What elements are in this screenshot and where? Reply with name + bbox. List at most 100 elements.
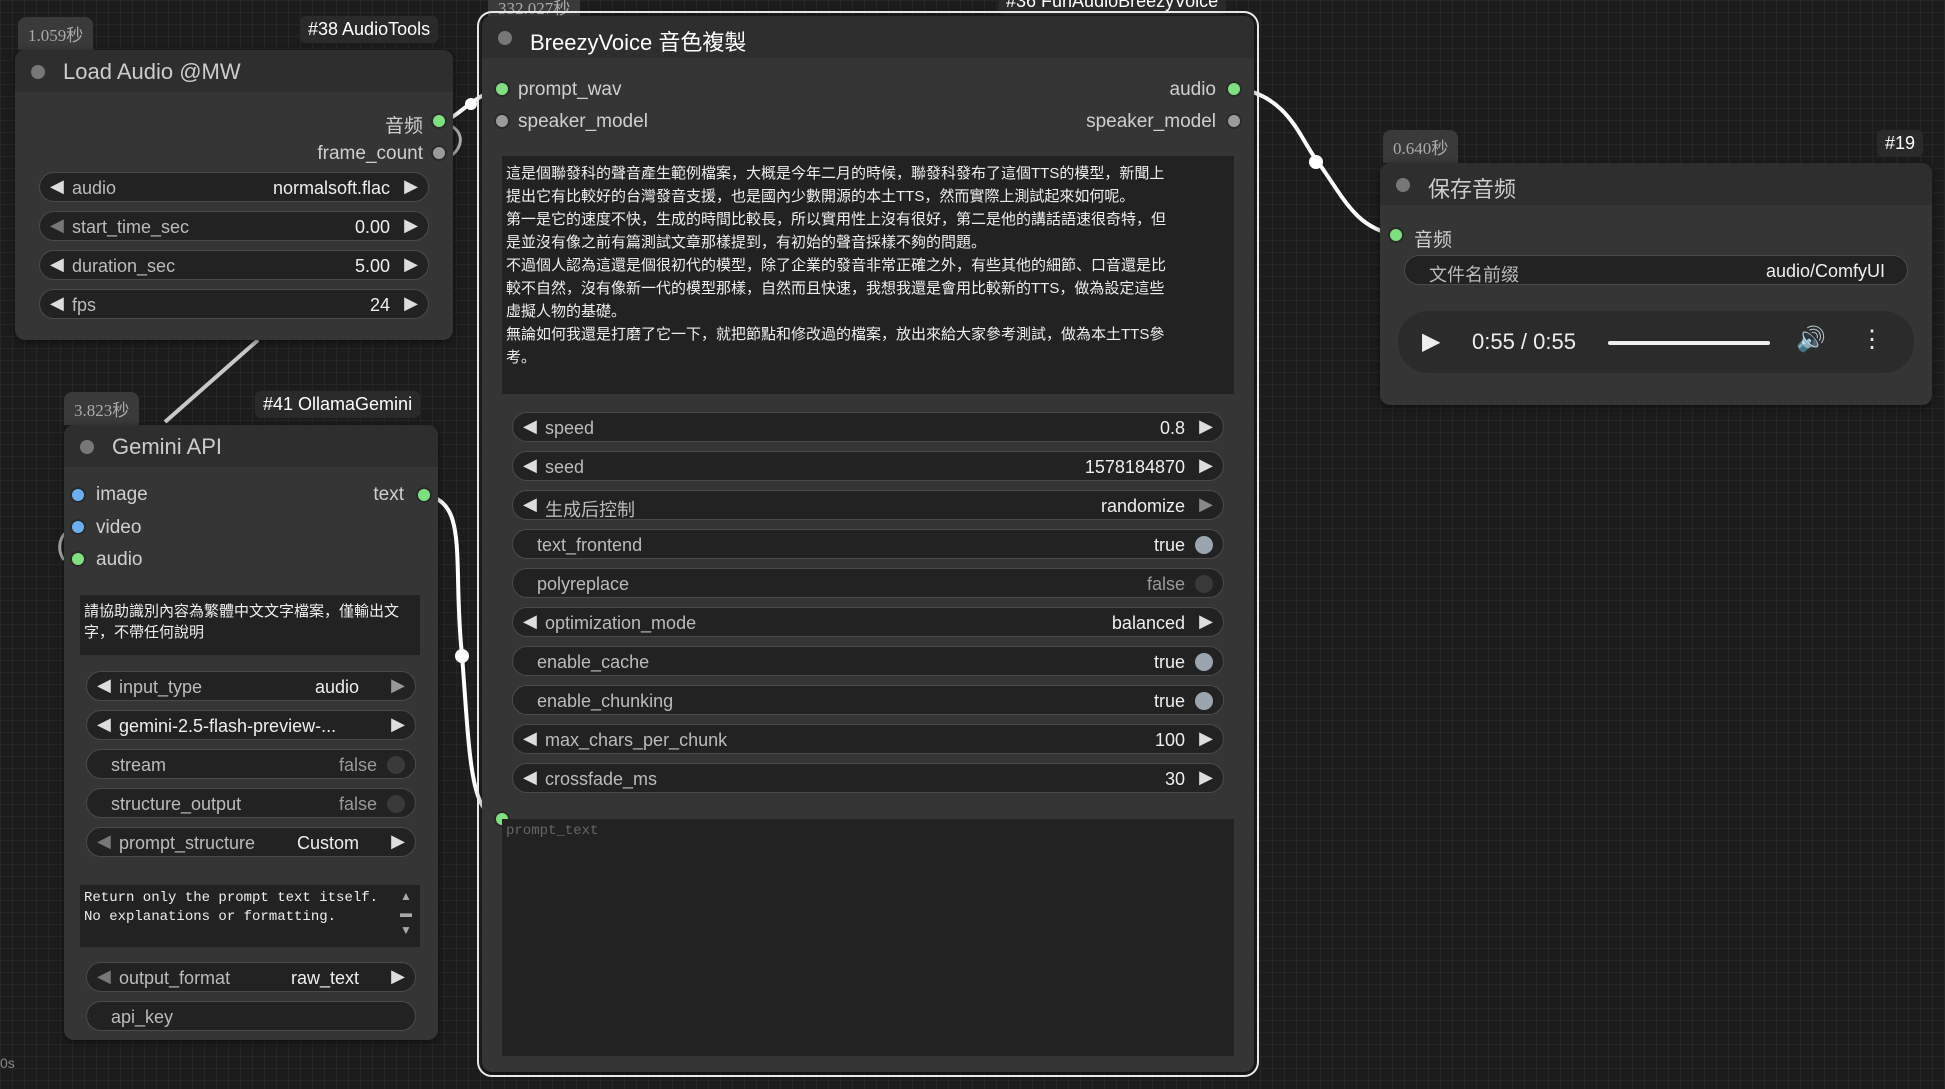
- structure-textarea[interactable]: Return only the prompt text itself. No e…: [80, 885, 420, 947]
- toggle-on-icon[interactable]: [1195, 536, 1213, 554]
- toggle-off-icon[interactable]: [1195, 575, 1213, 593]
- exec-time-badge: 0.640秒: [1383, 130, 1459, 163]
- decrement-arrow-icon[interactable]: ◀: [97, 831, 111, 852]
- node-title-bar[interactable]: BreezyVoice 音色複製: [482, 16, 1254, 58]
- widget-fps[interactable]: ◀ fps 24 ▶: [39, 289, 429, 319]
- increment-arrow-icon[interactable]: ▶: [404, 293, 418, 314]
- node-title: Gemini API: [112, 434, 223, 459]
- more-options-icon[interactable]: ⋮: [1860, 325, 1884, 354]
- progress-fill: [1608, 341, 1770, 345]
- load-audio-node[interactable]: Load Audio @MW 音频 frame_count ◀ audio norm…: [15, 50, 453, 340]
- decrement-arrow-icon[interactable]: ◀: [523, 455, 537, 476]
- collapse-dot-icon[interactable]: [80, 440, 94, 454]
- text-textarea[interactable]: 這是個聯發科的聲音產生範例檔案，大概是今年二月的時候，聯發科發布了這個TTS的模…: [502, 156, 1234, 394]
- decrement-arrow-icon[interactable]: ◀: [523, 416, 537, 437]
- breezyvoice-node[interactable]: BreezyVoice 音色複製 prompt_wav speaker_mode…: [477, 11, 1259, 1077]
- widget-enable-chunking[interactable]: enable_chunking true: [512, 685, 1224, 715]
- decrement-arrow-icon[interactable]: ◀: [97, 714, 111, 735]
- decrement-arrow-icon[interactable]: ◀: [97, 966, 111, 987]
- increment-arrow-icon[interactable]: ▶: [404, 215, 418, 236]
- decrement-arrow-icon[interactable]: ◀: [97, 675, 111, 696]
- increment-arrow-icon[interactable]: ▶: [1199, 767, 1213, 788]
- widget-seed[interactable]: ◀ seed 1578184870 ▶: [512, 451, 1224, 481]
- scroll-arrows-icon[interactable]: ▲ ▬ ▼: [400, 888, 412, 939]
- increment-arrow-icon[interactable]: ▶: [391, 675, 405, 696]
- widget-crossfade-ms[interactable]: ◀ crossfade_ms 30 ▶: [512, 763, 1224, 793]
- node-title-bar[interactable]: Gemini API: [64, 425, 438, 467]
- decrement-arrow-icon[interactable]: ◀: [523, 728, 537, 749]
- widget-api-key[interactable]: api_key: [86, 1001, 416, 1031]
- input-prompt-wav-label: prompt_wav: [518, 79, 622, 100]
- widget-duration-sec[interactable]: ◀ duration_sec 5.00 ▶: [39, 250, 429, 280]
- output-text-socket[interactable]: [416, 487, 432, 503]
- collapse-dot-icon[interactable]: [31, 65, 45, 79]
- widget-polyreplace[interactable]: polyreplace false: [512, 568, 1224, 598]
- decrement-arrow-icon[interactable]: ◀: [523, 611, 537, 632]
- widget-speed[interactable]: ◀ speed 0.8 ▶: [512, 412, 1224, 442]
- increment-arrow-icon[interactable]: ▶: [391, 966, 405, 987]
- decrement-arrow-icon[interactable]: ◀: [523, 494, 537, 515]
- increment-arrow-icon[interactable]: ▶: [391, 714, 405, 735]
- widget-output-format[interactable]: ◀ output_format raw_text ▶: [86, 962, 416, 992]
- increment-arrow-icon[interactable]: ▶: [1199, 494, 1213, 515]
- decrement-arrow-icon[interactable]: ◀: [50, 176, 64, 197]
- toggle-off-icon[interactable]: [387, 795, 405, 813]
- widget-text-frontend[interactable]: text_frontend true: [512, 529, 1224, 559]
- toggle-on-icon[interactable]: [1195, 692, 1213, 710]
- node-title-bar[interactable]: 保存音频: [1380, 163, 1932, 205]
- decrement-arrow-icon[interactable]: ◀: [523, 767, 537, 788]
- increment-arrow-icon[interactable]: ▶: [1199, 611, 1213, 632]
- volume-icon[interactable]: 🔊: [1796, 325, 1826, 354]
- widget-stream[interactable]: stream false: [86, 749, 416, 779]
- increment-arrow-icon[interactable]: ▶: [404, 176, 418, 197]
- increment-arrow-icon[interactable]: ▶: [404, 254, 418, 275]
- input-audio-socket[interactable]: [70, 551, 86, 567]
- link-audio-to-gemini[interactable]: [163, 338, 260, 424]
- input-image-socket[interactable]: [70, 487, 86, 503]
- increment-arrow-icon[interactable]: ▶: [1199, 455, 1213, 476]
- output-text-label: text: [373, 484, 404, 505]
- output-frame-count-socket[interactable]: [431, 145, 447, 161]
- widget-structure-output[interactable]: structure_output false: [86, 788, 416, 818]
- collapse-dot-icon[interactable]: [498, 31, 512, 45]
- widget-enable-cache[interactable]: enable_cache true: [512, 646, 1224, 676]
- node-title: BreezyVoice 音色複製: [530, 30, 747, 55]
- audio-player[interactable]: ▶ 0:55 / 0:55 🔊 ⋮: [1398, 311, 1914, 373]
- prompt-textarea[interactable]: 請協助識別內容為繁體中文文字檔案，僅輸出文字，不帶任何說明: [80, 595, 420, 655]
- decrement-arrow-icon[interactable]: ◀: [50, 254, 64, 275]
- input-audio-label: 音频: [1414, 230, 1453, 251]
- increment-arrow-icon[interactable]: ▶: [1199, 728, 1213, 749]
- prompt-text-textarea[interactable]: prompt_text: [502, 819, 1234, 1056]
- player-time: 0:55 / 0:55: [1472, 329, 1576, 354]
- progress-track[interactable]: [1608, 341, 1770, 345]
- decrement-arrow-icon[interactable]: ◀: [50, 293, 64, 314]
- input-audio-label: audio: [96, 549, 143, 570]
- widget-filename-prefix[interactable]: 文件名前缀 audio/ComfyUI: [1404, 255, 1908, 285]
- input-prompt-wav-socket[interactable]: [494, 81, 510, 97]
- decrement-arrow-icon[interactable]: ◀: [50, 215, 64, 236]
- node-title: Load Audio @MW: [63, 59, 241, 84]
- node-title-bar[interactable]: Load Audio @MW: [15, 50, 453, 92]
- widget-生成后控制[interactable]: ◀ 生成后控制 randomize ▶: [512, 490, 1224, 520]
- widget-optimization-mode[interactable]: ◀ optimization_mode balanced ▶: [512, 607, 1224, 637]
- save-audio-node[interactable]: 保存音频 音频 文件名前缀 audio/ComfyUI ▶ 0:55 / 0:55…: [1380, 163, 1932, 405]
- toggle-off-icon[interactable]: [387, 756, 405, 774]
- output-audio-socket[interactable]: [1226, 81, 1242, 97]
- toggle-on-icon[interactable]: [1195, 653, 1213, 671]
- widget-prompt-structure[interactable]: ◀ prompt_structure Custom ▶: [86, 827, 416, 857]
- play-icon[interactable]: ▶: [1422, 327, 1440, 356]
- collapse-dot-icon[interactable]: [1396, 178, 1410, 192]
- gemini-api-node[interactable]: Gemini API image video audio text 請協助識別內…: [64, 425, 438, 1040]
- widget-start-time-sec[interactable]: ◀ start_time_sec 0.00 ▶: [39, 211, 429, 241]
- input-video-socket[interactable]: [70, 519, 86, 535]
- input-audio-socket[interactable]: [1388, 227, 1404, 243]
- input-speaker-model-socket[interactable]: [494, 113, 510, 129]
- increment-arrow-icon[interactable]: ▶: [391, 831, 405, 852]
- widget-input-type[interactable]: ◀ input_type audio ▶: [86, 671, 416, 701]
- output-audio-socket[interactable]: [431, 113, 447, 129]
- widget-max-chars-per-chunk[interactable]: ◀ max_chars_per_chunk 100 ▶: [512, 724, 1224, 754]
- widget-model[interactable]: ◀ gemini-2.5-flash-preview-... ▶: [86, 710, 416, 740]
- widget-audio[interactable]: ◀ audio normalsoft.flac ▶: [39, 172, 429, 202]
- output-speaker-model-socket[interactable]: [1226, 113, 1242, 129]
- increment-arrow-icon[interactable]: ▶: [1199, 416, 1213, 437]
